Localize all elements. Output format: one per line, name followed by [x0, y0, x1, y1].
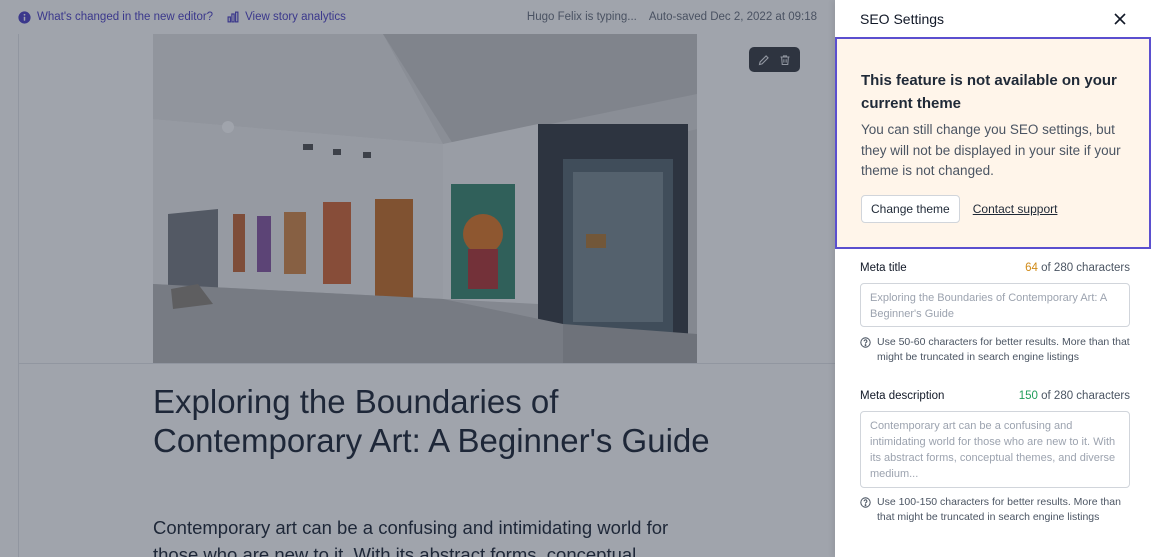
meta-title-count-suffix: of 280 characters — [1041, 262, 1130, 274]
help-circle-icon — [860, 337, 871, 348]
meta-description-hint: Use 100-150 characters for better result… — [860, 495, 1132, 524]
notice-actions: Change theme Contact support — [861, 194, 1129, 223]
meta-title-hint: Use 50-60 characters for better results.… — [860, 335, 1132, 364]
meta-title-header: Meta title 64 of 280 characters — [860, 262, 1130, 274]
theme-unavailable-notice: This feature is not available on your cu… — [835, 37, 1151, 249]
meta-title-hint-text: Use 50-60 characters for better results.… — [877, 336, 1130, 363]
meta-description-hint-text: Use 100-150 characters for better result… — [877, 496, 1121, 523]
meta-title-count: 64 of 280 characters — [1025, 262, 1130, 274]
close-icon — [1114, 13, 1126, 25]
panel-header: SEO Settings — [835, 0, 1152, 38]
change-theme-button[interactable]: Change theme — [861, 194, 960, 223]
meta-description-label: Meta description — [860, 390, 945, 402]
meta-description-input[interactable]: Contemporary art can be a confusing and … — [860, 411, 1130, 488]
meta-title-count-value: 64 — [1025, 262, 1038, 274]
story-editor: What's changed in the new editor? View s… — [0, 0, 835, 557]
seo-settings-panel: SEO Settings This feature is not availab… — [835, 0, 1152, 557]
meta-description-count-suffix: of 280 characters — [1041, 390, 1130, 402]
contact-support-link[interactable]: Contact support — [973, 202, 1058, 216]
meta-description-count: 150 of 280 characters — [1019, 390, 1130, 402]
panel-title: SEO Settings — [860, 11, 945, 27]
help-circle-icon — [860, 497, 871, 508]
meta-description-count-value: 150 — [1018, 390, 1038, 402]
modal-backdrop[interactable] — [0, 0, 835, 557]
notice-text: You can still change you SEO settings, b… — [861, 122, 1121, 178]
close-panel-button[interactable] — [1112, 11, 1128, 27]
meta-title-input[interactable]: Exploring the Boundaries of Contemporary… — [860, 283, 1130, 327]
meta-description-header: Meta description 150 of 280 characters — [860, 390, 1130, 402]
meta-title-label: Meta title — [860, 262, 907, 274]
notice-title: This feature is not available on your cu… — [861, 72, 1117, 112]
